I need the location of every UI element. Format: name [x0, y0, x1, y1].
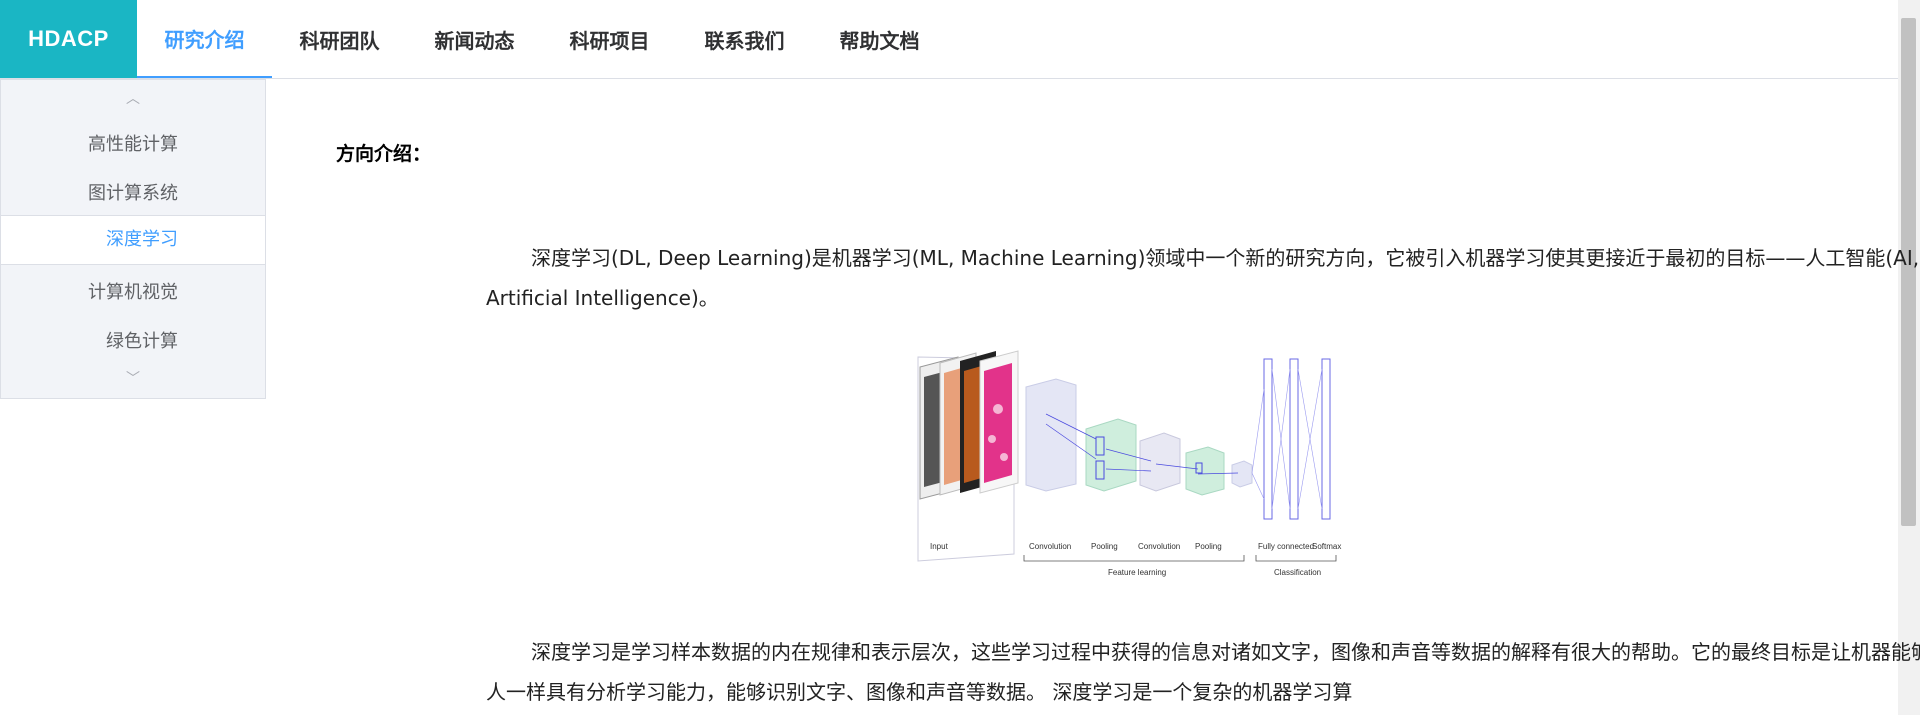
- label-input: Input: [930, 542, 949, 551]
- nav-help-docs[interactable]: 帮助文档: [812, 0, 947, 78]
- sidebar-item-deep-learning[interactable]: 深度学习: [1, 215, 265, 265]
- sidebar-menu: ︿ 高性能计算 图计算系统 深度学习 计算机视觉 绿色计算 ﹀: [0, 79, 266, 399]
- label-pooling-2: Pooling: [1195, 542, 1222, 551]
- page-scrollbar[interactable]: [1898, 0, 1920, 715]
- sidebar-item-hpc[interactable]: 高性能计算: [1, 130, 265, 156]
- label-softmax: Softmax: [1312, 542, 1341, 551]
- label-pooling-1: Pooling: [1091, 542, 1118, 551]
- label-classification: Classification: [1274, 568, 1321, 577]
- cnn-architecture-figure: Input Convolution Pooling Convolution Po…: [917, 350, 1341, 577]
- sidebar-item-green-computing[interactable]: 绿色计算: [1, 327, 265, 353]
- nav-contact[interactable]: 联系我们: [677, 0, 812, 78]
- nav-news[interactable]: 新闻动态: [407, 0, 542, 78]
- label-convolution-2: Convolution: [1138, 542, 1180, 551]
- main-content: 方向介绍： 深度学习(DL, Deep Learning)是机器学习(ML, M…: [266, 79, 1920, 715]
- site-logo[interactable]: HDACP: [0, 0, 137, 78]
- sidebar-item-graph-computing[interactable]: 图计算系统: [1, 179, 265, 205]
- chevron-up-icon[interactable]: ︿: [1, 88, 265, 108]
- nav-research-team[interactable]: 科研团队: [272, 0, 407, 78]
- nav-projects[interactable]: 科研项目: [542, 0, 677, 78]
- section-title: 方向介绍：: [336, 143, 432, 165]
- detail-paragraph: 深度学习是学习样本数据的内在规律和表示层次，这些学习过程中获得的信息对诸如文字，…: [486, 640, 1920, 704]
- label-fully-connected: Fully connected: [1258, 542, 1314, 551]
- main-nav: 研究介绍 科研团队 新闻动态 科研项目 联系我们 帮助文档: [137, 0, 947, 78]
- chevron-down-icon[interactable]: ﹀: [1, 368, 265, 388]
- feature-maps: [1025, 378, 1253, 496]
- top-navbar: HDACP 研究介绍 科研团队 新闻动态 科研项目 联系我们 帮助文档: [0, 0, 1898, 79]
- label-feature-learning: Feature learning: [1108, 568, 1166, 577]
- input-images: [917, 350, 1019, 562]
- label-convolution-1: Convolution: [1029, 542, 1071, 551]
- intro-paragraph: 深度学习(DL, Deep Learning)是机器学习(ML, Machine…: [486, 246, 1920, 310]
- nav-research-intro[interactable]: 研究介绍: [137, 0, 272, 78]
- fully-connected-layers: [1251, 358, 1331, 520]
- sidebar-item-computer-vision[interactable]: 计算机视觉: [1, 278, 265, 304]
